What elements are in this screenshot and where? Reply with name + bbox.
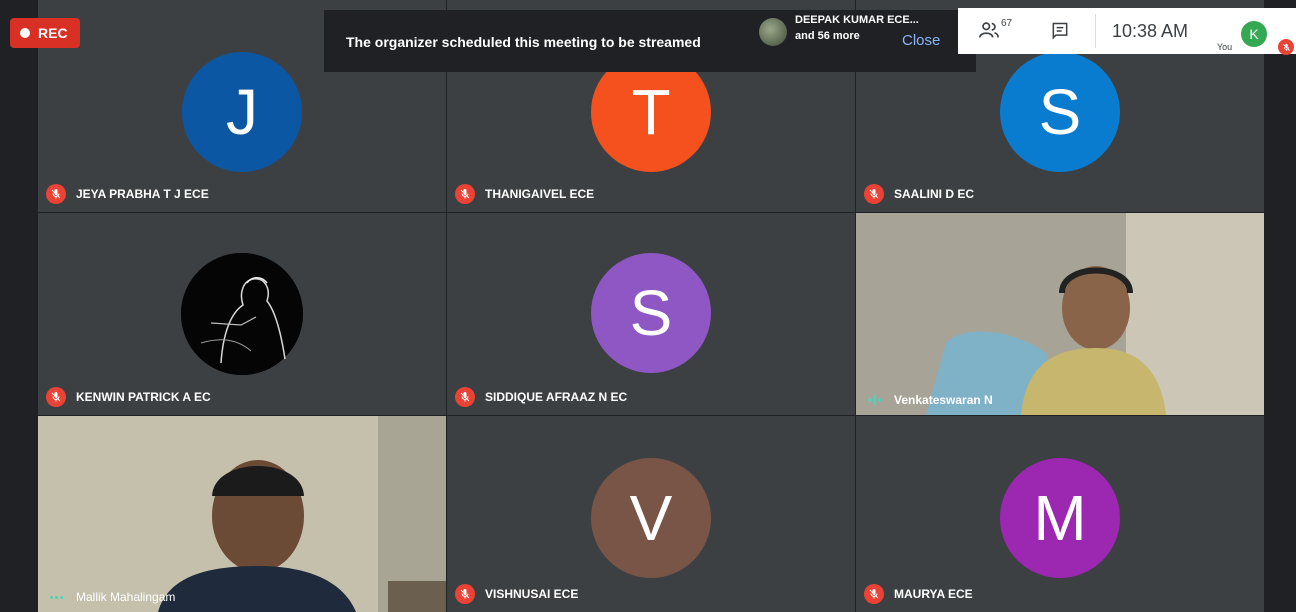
recording-badge: REC — [10, 18, 80, 48]
active-speaker-name: DEEPAK KUMAR ECE... — [795, 14, 919, 26]
audio-level-icon — [46, 595, 66, 599]
self-mic-off-icon — [1278, 39, 1294, 55]
profile-photo-avatar — [181, 253, 303, 375]
mic-off-icon — [455, 584, 475, 604]
participant-tile-video[interactable]: Mallik Mahalingam — [38, 416, 446, 612]
mic-off-icon — [864, 184, 884, 204]
participant-name-label: Venkateswaran N — [894, 393, 993, 407]
participant-name: Mallik Mahalingam — [46, 590, 175, 604]
self-avatar[interactable]: K — [1241, 21, 1267, 47]
participant-name-label: SAALINI D EC — [894, 187, 975, 201]
participant-avatar: V — [591, 458, 711, 578]
audio-level-icon — [864, 395, 884, 405]
chat-button[interactable] — [1050, 21, 1070, 46]
clock-time: 10:38 AM — [1112, 21, 1189, 41]
participant-tile[interactable]: S SIDDIQUE AFRAAZ N EC — [447, 213, 855, 415]
participant-name: THANIGAIVEL ECE — [455, 184, 594, 204]
speaker-thumbnail — [759, 18, 787, 46]
active-speaker-chip[interactable]: DEEPAK KUMAR ECE... and 56 more — [755, 14, 955, 54]
participant-name-label: Mallik Mahalingam — [76, 590, 176, 604]
divider — [1095, 14, 1096, 48]
banner-message: The organizer scheduled this meeting to … — [346, 34, 701, 50]
top-control-bar: 67 10:38 AM You K — [958, 8, 1296, 55]
participant-name-label: THANIGAIVEL ECE — [485, 187, 595, 201]
participant-tile[interactable]: V VISHNUSAI ECE — [447, 416, 855, 612]
participant-tile-video[interactable]: Venkateswaran N — [856, 213, 1264, 415]
self-label: You — [1217, 42, 1233, 52]
participant-name-label: SIDDIQUE AFRAAZ N EC — [485, 390, 628, 404]
participant-name-label: VISHNUSAI ECE — [485, 587, 579, 601]
record-dot-icon — [20, 28, 30, 38]
participant-tile[interactable]: M MAURYA ECE — [856, 416, 1264, 612]
participant-name: VISHNUSAI ECE — [455, 584, 578, 604]
participant-name: MAURYA ECE — [864, 584, 973, 604]
participant-name: Venkateswaran N — [864, 393, 993, 407]
mic-off-icon — [46, 387, 66, 407]
people-icon — [979, 22, 999, 38]
participant-name: SIDDIQUE AFRAAZ N EC — [455, 387, 627, 407]
participant-grid: J JEYA PRABHA T J ECE T THANIGAIVEL ECE … — [38, 0, 1264, 612]
participant-count: 67 — [1001, 18, 1013, 29]
participant-name-label: MAURYA ECE — [894, 587, 973, 601]
participant-name-label: KENWIN PATRICK A EC — [76, 390, 211, 404]
participant-avatar: S — [1000, 52, 1120, 172]
participant-avatar: J — [182, 52, 302, 172]
participant-name: JEYA PRABHA T J ECE — [46, 184, 209, 204]
participant-video — [856, 213, 1264, 415]
mic-off-icon — [864, 584, 884, 604]
recording-label: REC — [38, 25, 68, 41]
participants-button[interactable]: 67 — [978, 18, 1013, 40]
participant-name-label: JEYA PRABHA T J ECE — [76, 187, 209, 201]
participant-avatar: M — [1000, 458, 1120, 578]
participant-tile[interactable]: KENWIN PATRICK A EC — [38, 213, 446, 415]
participant-name: SAALINI D EC — [864, 184, 974, 204]
mic-off-icon — [455, 184, 475, 204]
chat-icon — [1052, 22, 1068, 40]
active-speaker-more: and 56 more — [795, 30, 860, 42]
participant-avatar: S — [591, 253, 711, 373]
mic-off-icon — [46, 184, 66, 204]
participant-video — [38, 416, 446, 612]
participant-name: KENWIN PATRICK A EC — [46, 387, 211, 407]
meeting-stage: J JEYA PRABHA T J ECE T THANIGAIVEL ECE … — [0, 0, 1296, 612]
mic-off-icon — [455, 387, 475, 407]
